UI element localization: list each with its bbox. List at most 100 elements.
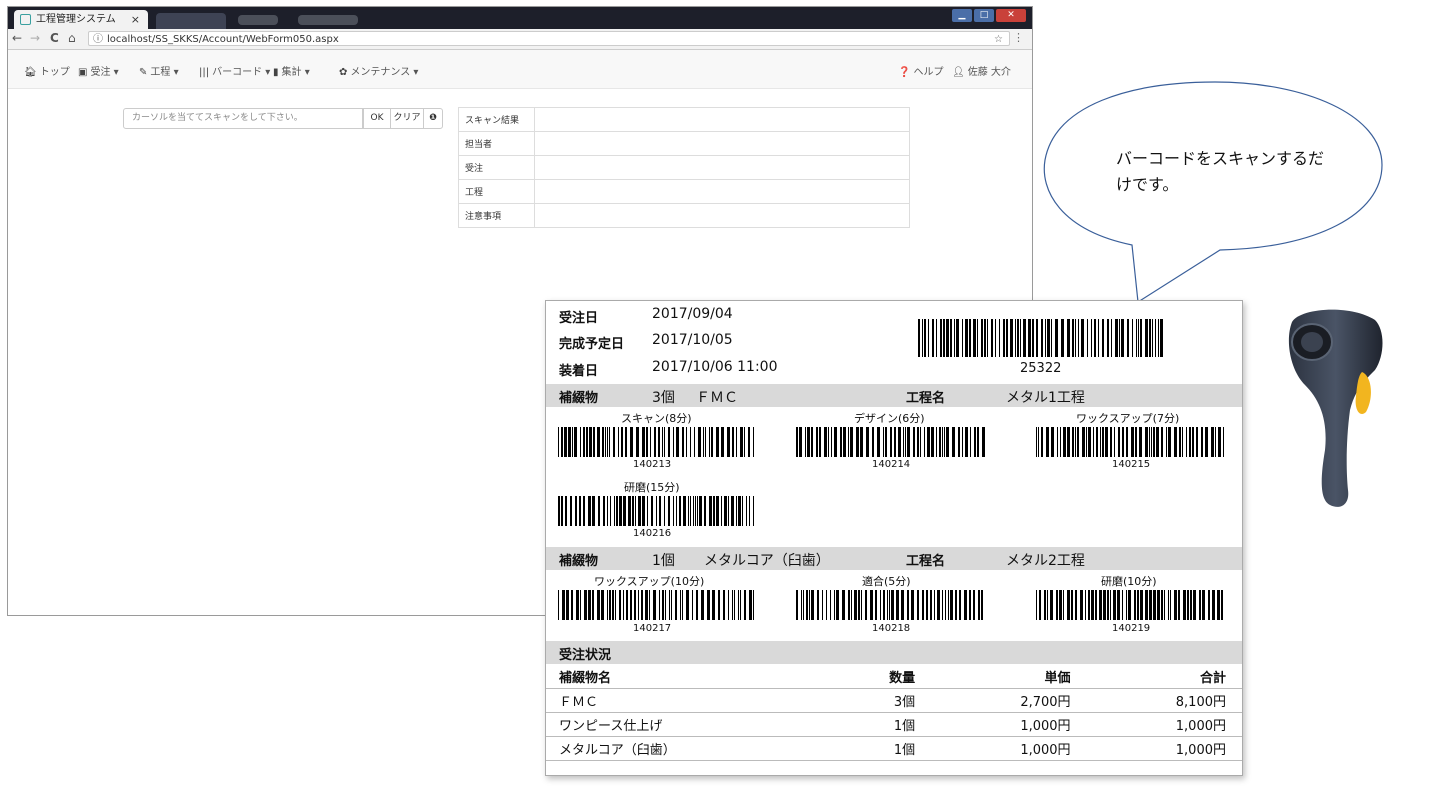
step-code: 140216 bbox=[633, 528, 672, 539]
table-row: ＦＭＣ 3個 2,700円 8,100円 bbox=[546, 688, 1242, 713]
info-icon[interactable]: ⓘ bbox=[93, 34, 103, 45]
table-cell: 3個 bbox=[821, 688, 932, 713]
item-label: 補綴物 bbox=[559, 554, 599, 569]
row-value bbox=[534, 131, 910, 156]
order-barcode bbox=[918, 319, 1163, 357]
step-code: 140215 bbox=[1112, 459, 1151, 470]
install-date: 2017/10/06 11:00 bbox=[652, 359, 778, 375]
process-label: 工程名 bbox=[906, 554, 946, 569]
tab-close-icon[interactable]: × bbox=[131, 10, 140, 29]
nav-barcode[interactable]: ||| バーコード ▾ bbox=[199, 63, 270, 78]
home-icon[interactable]: ⌂ bbox=[68, 31, 76, 45]
order-barcode-number: 25322 bbox=[1020, 361, 1062, 376]
column-header: 数量 bbox=[821, 665, 932, 689]
status-band: 受注状況 bbox=[546, 641, 1242, 664]
browser-tab-inactive[interactable] bbox=[156, 13, 226, 29]
step-label: スキャン(8分) bbox=[621, 412, 692, 425]
step-label: 適合(5分) bbox=[862, 575, 911, 588]
row-label: 受注 bbox=[458, 155, 535, 180]
maximize-button[interactable]: □ bbox=[974, 9, 994, 22]
reload-icon[interactable]: C bbox=[50, 31, 59, 45]
process-name: メタル2工程 bbox=[1006, 553, 1085, 569]
ok-button[interactable]: OK bbox=[363, 108, 391, 129]
clear-button[interactable]: クリア bbox=[390, 108, 424, 129]
column-header: 合計 bbox=[1086, 665, 1242, 689]
table-cell: 2,700円 bbox=[931, 688, 1087, 713]
table-row: 受注 bbox=[458, 155, 910, 180]
window-controls: ▁ □ ✕ bbox=[952, 9, 1026, 22]
install-date-label: 装着日 bbox=[559, 364, 599, 379]
browser-tab[interactable]: 工程管理システム × bbox=[14, 10, 148, 29]
nav-top[interactable]: 🏠︎ トップ bbox=[24, 63, 70, 78]
url-text: localhost/SS_SKKS/Account/WebForm050.asp… bbox=[107, 34, 339, 45]
nav-maintenance[interactable]: ✿ メンテナンス ▾ bbox=[339, 63, 418, 78]
table-row: 担当者 bbox=[458, 131, 910, 156]
question-icon: ❓ bbox=[898, 67, 911, 78]
table-cell: 1,000円 bbox=[931, 736, 1087, 761]
item-band: 補綴物 1個 メタルコア（臼歯） 工程名 メタル2工程 bbox=[546, 547, 1242, 570]
process-label: 工程名 bbox=[906, 391, 946, 406]
star-icon[interactable]: ☆ bbox=[994, 32, 1003, 47]
table-cell: 1個 bbox=[821, 736, 932, 761]
table-cell: 8,100円 bbox=[1086, 688, 1242, 713]
step-code: 140214 bbox=[872, 459, 911, 470]
briefcase-icon: ▣ bbox=[78, 67, 88, 78]
nav-stats[interactable]: ▮ 集計 ▾ bbox=[273, 63, 310, 78]
status-title: 受注状況 bbox=[559, 648, 612, 663]
column-header: 補綴物名 bbox=[546, 665, 822, 689]
url-input[interactable]: ⓘ localhost/SS_SKKS/Account/WebForm050.as… bbox=[88, 31, 1010, 46]
menu-icon[interactable]: ⋮ bbox=[1013, 31, 1024, 44]
order-date-label: 受注日 bbox=[559, 311, 599, 326]
nav-help[interactable]: ❓ ヘルプ bbox=[898, 63, 943, 78]
table-cell: 1,000円 bbox=[931, 712, 1087, 737]
column-header: 単価 bbox=[931, 665, 1087, 689]
nav-process[interactable]: ✎ 工程 ▾ bbox=[139, 63, 179, 78]
step-code: 140218 bbox=[872, 623, 911, 634]
work-order-card: 受注日 2017/09/04 完成予定日 2017/10/05 装着日 2017… bbox=[545, 300, 1243, 776]
bubble-text: バーコードをスキャンするだけです。 bbox=[1116, 149, 1325, 194]
forward-icon[interactable]: → bbox=[30, 31, 40, 45]
table-cell: 1,000円 bbox=[1086, 736, 1242, 761]
row-value bbox=[534, 179, 910, 204]
barcode-scanner-image bbox=[1288, 309, 1383, 507]
row-label: スキャン結果 bbox=[458, 107, 535, 132]
table-cell: 1,000円 bbox=[1086, 712, 1242, 737]
order-date: 2017/09/04 bbox=[652, 306, 733, 322]
item-name: ＦＭＣ bbox=[696, 390, 738, 406]
scan-result-table: スキャン結果 担当者 受注 工程 注意事項 bbox=[458, 107, 910, 228]
step-barcode bbox=[558, 427, 754, 457]
row-value bbox=[534, 107, 910, 132]
step-barcode bbox=[796, 590, 983, 620]
step-label: ワックスアップ(10分) bbox=[594, 575, 705, 588]
scan-input[interactable]: カーソルを当ててスキャンをして下さい。 bbox=[123, 108, 363, 129]
step-label: 研磨(10分) bbox=[1101, 575, 1157, 588]
step-barcode bbox=[558, 496, 754, 526]
home-icon: 🏠︎ bbox=[24, 67, 37, 78]
row-value bbox=[534, 155, 910, 180]
row-label: 注意事項 bbox=[458, 203, 535, 228]
close-window-button[interactable]: ✕ bbox=[996, 9, 1026, 22]
back-icon[interactable]: ← bbox=[12, 31, 22, 45]
table-cell: ＦＭＣ bbox=[546, 688, 822, 713]
info-button[interactable]: ❶ bbox=[423, 108, 443, 129]
table-header-row: 補綴物名 数量 単価 合計 bbox=[546, 665, 1242, 689]
address-bar: ← → C ⌂ ⓘ localhost/SS_SKKS/Account/WebFo… bbox=[8, 29, 1032, 50]
blurred-area bbox=[298, 15, 358, 25]
minimize-button[interactable]: ▁ bbox=[952, 9, 972, 22]
item-qty: 1個 bbox=[652, 553, 675, 569]
step-code: 140219 bbox=[1112, 623, 1151, 634]
nav-user[interactable]: 👤︎ 佐藤 大介 bbox=[952, 63, 1011, 78]
step-barcode bbox=[1036, 427, 1224, 457]
item-band: 補綴物 3個 ＦＭＣ 工程名 メタル1工程 bbox=[546, 384, 1242, 407]
item-qty: 3個 bbox=[652, 390, 675, 406]
row-label: 担当者 bbox=[458, 131, 535, 156]
nav-orders[interactable]: ▣ 受注 ▾ bbox=[78, 63, 119, 78]
app-navbar: 🏠︎ トップ ▣ 受注 ▾ ✎ 工程 ▾ ||| バーコード ▾ ▮ 集計 ▾ ✿ メンテナ… bbox=[8, 50, 1032, 89]
step-code: 140213 bbox=[633, 459, 672, 470]
step-code: 140217 bbox=[633, 623, 672, 634]
step-barcode bbox=[1036, 590, 1223, 620]
table-cell: メタルコア（臼歯） bbox=[546, 736, 822, 761]
tab-title: 工程管理システム bbox=[36, 14, 116, 25]
tab-bar: 工程管理システム × ▁ □ ✕ bbox=[8, 7, 1032, 29]
step-barcode bbox=[558, 590, 754, 620]
